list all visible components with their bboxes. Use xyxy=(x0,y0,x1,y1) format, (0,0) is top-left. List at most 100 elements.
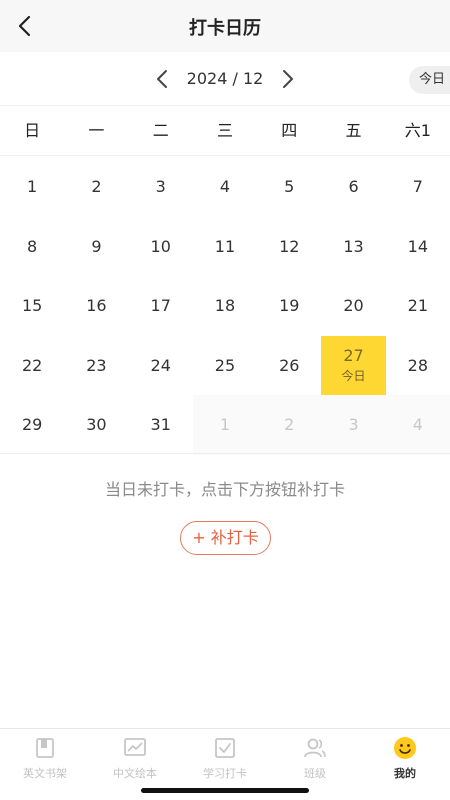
weekday-label: 日 xyxy=(24,121,41,140)
calendar-day[interactable]: 11 xyxy=(193,217,257,277)
calendar-day-other-month[interactable]: 3 xyxy=(321,395,386,455)
tab-label: 英文书架 xyxy=(23,767,67,780)
calendar-day[interactable]: 19 xyxy=(257,276,321,336)
chart-icon xyxy=(123,736,147,760)
calendar-day[interactable]: 28 xyxy=(386,336,450,396)
day-number: 18 xyxy=(214,296,236,316)
book-icon xyxy=(33,736,57,760)
day-number: 7 xyxy=(412,177,423,197)
day-number: 29 xyxy=(21,415,43,435)
calendar-day[interactable]: 9 xyxy=(64,217,128,277)
makeup-checkin-button[interactable]: + 补打卡 xyxy=(180,521,271,555)
calendar-day-today[interactable]: 27 今日 xyxy=(321,335,386,395)
day-number: 20 xyxy=(343,296,364,316)
day-number: 27 xyxy=(343,346,364,366)
day-number: 2 xyxy=(284,415,295,435)
day-number: 16 xyxy=(86,296,107,316)
calendar-week-row: 15 16 17 18 19 20 21 xyxy=(0,276,450,336)
day-number: 3 xyxy=(155,177,166,197)
day-number: 17 xyxy=(150,296,171,316)
day-number: 15 xyxy=(21,296,43,316)
calendar-day[interactable]: 1 xyxy=(0,157,64,217)
day-number: 30 xyxy=(86,415,107,435)
calendar-day[interactable]: 20 xyxy=(321,276,385,336)
day-number: 4 xyxy=(219,177,231,197)
today-tag: 今日 xyxy=(341,369,366,384)
calendar-day[interactable]: 15 xyxy=(0,276,64,336)
calendar-day[interactable]: 10 xyxy=(129,217,193,277)
calendar-day[interactable]: 23 xyxy=(64,336,128,396)
tab-label: 我的 xyxy=(394,767,416,780)
calendar-day[interactable]: 18 xyxy=(193,276,257,336)
day-number: 4 xyxy=(412,415,423,435)
checkin-status-message: 当日未打卡，点击下方按钮补打卡 xyxy=(104,480,345,499)
divider xyxy=(0,453,450,454)
checkin-icon xyxy=(213,736,237,760)
calendar-day[interactable]: 17 xyxy=(129,276,193,336)
calendar-day[interactable]: 29 xyxy=(0,395,64,455)
day-number: 6 xyxy=(348,177,359,197)
day-number: 1 xyxy=(219,415,231,435)
day-number: 12 xyxy=(279,236,300,256)
calendar-day[interactable]: 31 xyxy=(129,395,193,455)
calendar-day[interactable]: 12 xyxy=(257,217,321,277)
weekday-label: 三 xyxy=(216,121,233,140)
tab-mine[interactable]: 我的 xyxy=(360,729,450,800)
calendar-day[interactable]: 24 xyxy=(129,336,193,396)
calendar-day[interactable]: 3 xyxy=(129,157,193,217)
calendar-day-other-month[interactable]: 1 xyxy=(192,395,258,455)
day-number: 26 xyxy=(279,355,300,375)
home-indicator xyxy=(141,788,309,793)
day-number: 2 xyxy=(91,177,102,197)
day-number: 5 xyxy=(284,177,295,197)
day-number: 21 xyxy=(407,296,428,316)
day-number: 8 xyxy=(27,236,38,256)
calendar-day[interactable]: 4 xyxy=(193,157,257,217)
day-number: 11 xyxy=(214,236,236,256)
chevron-right-icon xyxy=(283,70,293,88)
weekday-label: 五 xyxy=(345,121,362,140)
month-navigation: 2024 / 12 今日 xyxy=(0,52,450,106)
calendar-day[interactable]: 7 xyxy=(386,157,450,217)
day-number: 9 xyxy=(91,236,102,256)
today-button[interactable]: 今日 xyxy=(409,66,450,94)
day-number: 24 xyxy=(150,355,171,375)
calendar-day[interactable]: 8 xyxy=(0,217,64,277)
people-icon xyxy=(303,736,327,760)
calendar-day[interactable]: 22 xyxy=(0,336,64,396)
day-number: 13 xyxy=(343,236,364,256)
calendar-grid: 1 2 3 4 5 6 7 8 9 10 11 12 13 14 15 16 17 18 19 20 21 22 23 24 2… xyxy=(0,157,450,455)
calendar-day[interactable]: 16 xyxy=(64,276,128,336)
day-number: 3 xyxy=(348,415,359,435)
calendar-day[interactable]: 21 xyxy=(386,276,450,336)
calendar-day[interactable]: 2 xyxy=(64,157,128,217)
next-month-button[interactable] xyxy=(276,66,300,92)
tab-label: 班级 xyxy=(304,767,326,780)
calendar-day[interactable]: 13 xyxy=(321,217,385,277)
tab-english-bookshelf[interactable]: 英文书架 xyxy=(0,729,90,800)
day-number: 14 xyxy=(407,236,428,256)
calendar-day[interactable]: 6 xyxy=(321,157,385,217)
chevron-left-icon xyxy=(157,70,167,88)
calendar-day[interactable]: 30 xyxy=(64,395,128,455)
calendar-day-other-month[interactable]: 4 xyxy=(385,395,450,455)
calendar-day[interactable]: 25 xyxy=(193,336,257,396)
calendar-week-row: 22 23 24 25 26 27 今日 28 xyxy=(0,335,450,396)
calendar-day[interactable]: 26 xyxy=(257,336,321,396)
nav-bar: 打卡日历 xyxy=(0,0,450,52)
day-number: 25 xyxy=(214,355,236,375)
tab-label: 学习打卡 xyxy=(203,767,247,780)
calendar-week-row: 1 2 3 4 5 6 7 xyxy=(0,157,450,217)
calendar-day-other-month[interactable]: 2 xyxy=(257,395,322,455)
prev-month-button[interactable] xyxy=(150,66,174,92)
day-number: 31 xyxy=(150,415,171,435)
tab-label: 中文绘本 xyxy=(113,767,157,780)
calendar-day[interactable]: 14 xyxy=(386,217,450,277)
calendar-week-row: 29 30 31 1 2 3 4 xyxy=(0,395,450,455)
day-number: 1 xyxy=(27,177,38,197)
weekday-label: 一 xyxy=(88,121,105,140)
calendar-day[interactable]: 5 xyxy=(257,157,321,217)
page-title: 打卡日历 xyxy=(189,18,261,39)
day-number: 22 xyxy=(21,355,43,375)
weekday-header: 日 一 二 三 四 五 六1 xyxy=(0,106,450,156)
